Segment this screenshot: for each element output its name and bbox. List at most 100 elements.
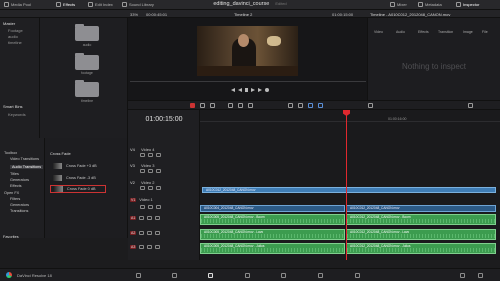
metadata-toggle[interactable]: Metadata (418, 2, 442, 7)
timeline-clip-a1[interactable]: A010C012_2012048_CANON.mov - Boom (346, 214, 496, 225)
lock-icon[interactable] (140, 186, 145, 190)
deliver-page-icon[interactable] (355, 273, 360, 278)
timeline-clip-a3[interactable]: A010C005_2012048_CANON.mov - Julius (200, 243, 345, 254)
fairlight-page-icon[interactable] (318, 273, 323, 278)
solo-icon[interactable] (147, 216, 153, 220)
overwrite-clip-icon[interactable] (238, 103, 243, 108)
zoom-in-icon[interactable] (468, 103, 473, 108)
mixer-toggle[interactable]: Mixer (390, 2, 407, 7)
timeline-ruler[interactable]: 01:00:16:00 (200, 110, 500, 122)
home-icon[interactable] (460, 273, 465, 278)
lock-icon[interactable] (140, 153, 145, 157)
loop-icon[interactable] (265, 88, 269, 92)
timeline-clip-v2[interactable]: A010C012_2012048_CANON.mov (202, 187, 496, 193)
lock-icon[interactable] (139, 216, 145, 220)
inspector-toggle[interactable]: Inspector (456, 2, 479, 7)
auto-select-icon[interactable] (148, 205, 153, 209)
effect-cross-fade-minus3[interactable]: Cross Fade -3 dB (53, 174, 123, 182)
tab-effects[interactable]: Effects (418, 30, 429, 34)
monitor-icon[interactable] (156, 153, 161, 157)
zoom-level[interactable]: 33% (130, 12, 138, 17)
folder-label: footage (81, 71, 93, 75)
track-header-a2[interactable]: A2 (130, 231, 200, 235)
effect-cross-fade-plus3[interactable]: Cross Fade +3 dB (53, 162, 123, 170)
media-page-icon[interactable] (136, 273, 141, 278)
video-frame[interactable] (197, 26, 298, 76)
timeline-clip-a2[interactable]: A010C012_2012048_CANON.mov - Lavo (346, 229, 496, 240)
link-icon[interactable] (298, 103, 303, 108)
timeline-clip-v1[interactable]: A010C004_2012048_CANON.mov (200, 205, 345, 212)
favorites-label[interactable]: Favorites (3, 235, 19, 239)
insert-clip-icon[interactable] (228, 103, 233, 108)
category-titles[interactable]: Titles (10, 172, 19, 176)
track-header-a1[interactable]: A1 (130, 216, 200, 220)
mute-icon[interactable] (155, 216, 161, 220)
viewer-scrubber[interactable] (130, 81, 366, 82)
color-page-icon[interactable] (281, 273, 286, 278)
snapping-icon[interactable] (288, 103, 293, 108)
timeline-name[interactable]: Timeline 2 (234, 12, 252, 17)
bin-timeline[interactable]: timeline (8, 40, 22, 45)
mute-icon[interactable] (155, 231, 161, 235)
stop-icon[interactable] (245, 88, 248, 92)
category-ofx-transitions[interactable]: Transitions (10, 209, 28, 213)
cut-page-icon[interactable] (172, 273, 177, 278)
lock-icon[interactable] (139, 231, 145, 235)
monitor-icon[interactable] (156, 186, 161, 190)
timeline-clip-a1[interactable]: A010C005_2012048_CANON.mov - Boom (200, 214, 345, 225)
bin-footage[interactable]: Footage (8, 28, 23, 33)
category-video-transitions[interactable]: Video Transitions (10, 157, 39, 161)
category-ofx-generators[interactable]: Generators (10, 203, 29, 207)
solo-icon[interactable] (147, 231, 153, 235)
arrow-tool-icon[interactable] (190, 103, 195, 108)
fusion-page-icon[interactable] (245, 273, 250, 278)
tab-transition[interactable]: Transition (438, 30, 453, 34)
marker-icon[interactable] (318, 103, 323, 108)
solo-icon[interactable] (147, 245, 153, 249)
folder-icon[interactable] (75, 24, 99, 41)
category-filters[interactable]: Filters (10, 197, 20, 201)
category-generators[interactable]: Generators (10, 178, 29, 182)
bin-audio[interactable]: audio (8, 34, 18, 39)
lock-icon[interactable] (140, 169, 145, 173)
inspector-empty-message: Nothing to inspect (401, 62, 467, 71)
playhead[interactable] (346, 110, 347, 260)
mute-icon[interactable] (155, 245, 161, 249)
lock-icon[interactable] (140, 205, 145, 209)
effect-cross-fade-0[interactable]: Cross Fade 0 dB (50, 185, 106, 193)
monitor-icon[interactable] (156, 205, 161, 209)
master-bin[interactable]: Master (3, 21, 15, 26)
edit-page-icon[interactable] (208, 273, 213, 278)
tab-audio[interactable]: Audio (396, 30, 405, 34)
effect-thumbnail (53, 175, 62, 181)
replace-clip-icon[interactable] (248, 103, 253, 108)
tab-image[interactable]: Image (463, 30, 473, 34)
category-open-fx[interactable]: Open FX (4, 191, 19, 195)
track-header-v3[interactable]: V3 Video 3 (130, 163, 200, 168)
folder-icon[interactable] (75, 53, 99, 70)
auto-select-icon[interactable] (148, 169, 153, 173)
track-header-a3[interactable]: A3 (130, 245, 200, 249)
auto-select-icon[interactable] (148, 153, 153, 157)
timeline-clip-a2[interactable]: A010C005_2012048_CANON.mov - Lavo (200, 229, 345, 240)
lock-icon[interactable] (139, 245, 145, 249)
auto-select-icon[interactable] (148, 186, 153, 190)
category-audio-transitions[interactable]: Audio Transitions (10, 165, 44, 169)
flag-icon[interactable] (308, 103, 313, 108)
monitor-icon[interactable] (156, 169, 161, 173)
settings-icon[interactable] (478, 273, 483, 278)
track-header-v1[interactable]: V1 Video 1 (130, 197, 200, 202)
track-header-v4[interactable]: V4 Video 4 (130, 147, 200, 152)
category-toolbox[interactable]: Toolbox (4, 151, 17, 155)
folder-icon[interactable] (75, 80, 99, 97)
trim-tool-icon[interactable] (200, 103, 205, 108)
timeline-clip-v1[interactable]: A010C012_2012048_CANON.mov (346, 205, 496, 212)
blade-tool-icon[interactable] (210, 103, 215, 108)
zoom-out-icon[interactable] (368, 103, 373, 108)
category-effects[interactable]: Effects (10, 184, 22, 188)
timeline-clip-a3[interactable]: A010C012_2012048_CANON.mov - Julius (346, 243, 496, 254)
track-header-v2[interactable]: V2 Video 2 (130, 180, 200, 185)
tab-video[interactable]: Video (374, 30, 383, 34)
tab-file[interactable]: File (482, 30, 488, 34)
keywords-bin[interactable]: Keywords (8, 112, 26, 117)
